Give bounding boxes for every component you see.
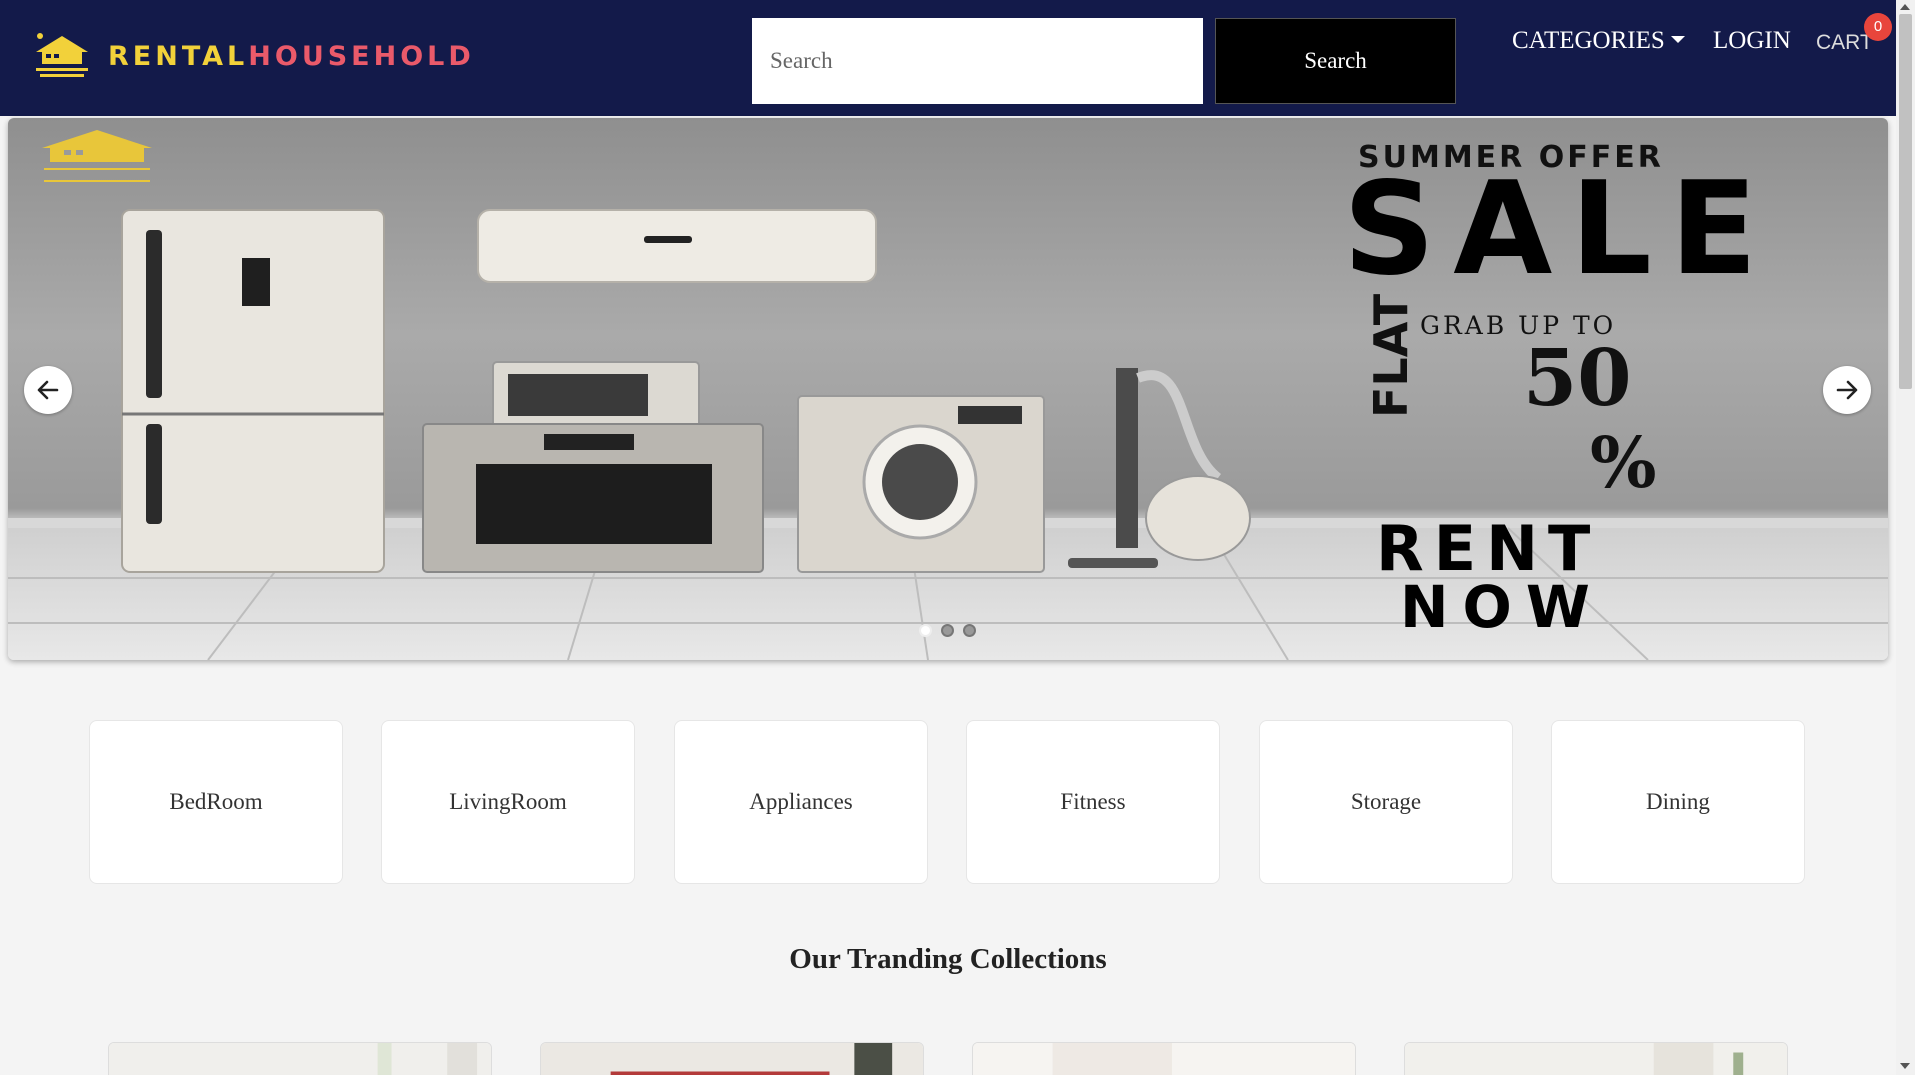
carousel-dot-1[interactable] [919,624,932,637]
offer-flat-text: FLAT [1364,293,1418,418]
trending-collections-title: Our Tranding Collections [789,943,1107,975]
search-button[interactable]: Search [1215,18,1456,104]
carousel-dot-3[interactable] [963,624,976,637]
arrow-right-icon [1836,380,1858,400]
cart-link[interactable]: CART [1816,31,1873,55]
carousel-indicators [919,624,976,637]
carousel-next-button[interactable] [1823,366,1871,414]
collection-card-image [109,1043,491,1075]
cart-count-badge: 0 [1864,13,1892,41]
categories-label: CATEGORIES [1512,27,1665,54]
arrow-left-icon [37,380,59,400]
collection-card-image [973,1043,1355,1075]
navbar: RENTALHOUSEHOLD Search CATEGORIES LOGIN … [0,0,1896,116]
scrollbar-thumb[interactable] [1899,14,1912,389]
carousel-prev-button[interactable] [24,366,72,414]
collection-card-image [541,1043,923,1075]
offer-percent-sign: % [1590,421,1657,504]
carousel-dot-2[interactable] [941,624,954,637]
search-input[interactable] [752,18,1203,104]
offer-now-text: NOW [1400,573,1604,641]
category-card-dining[interactable]: Dining [1551,720,1805,884]
brand-logo-link[interactable]: RENTALHOUSEHOLD [32,30,475,82]
hero-carousel: SUMMER OFFER SALE GRAB UP TO FLAT 50 % R… [8,118,1888,660]
collection-card[interactable] [540,1042,924,1075]
brand-name: RENTALHOUSEHOLD [108,40,475,72]
category-card-bedroom[interactable]: BedRoom [89,720,343,884]
banner-house-logo-icon [42,130,152,182]
collection-card[interactable] [972,1042,1356,1075]
categories-dropdown[interactable]: CATEGORIES [1512,27,1685,55]
category-card-fitness[interactable]: Fitness [966,720,1220,884]
collection-card[interactable] [1404,1042,1788,1075]
offer-title: SALE [1343,155,1776,304]
category-card-storage[interactable]: Storage [1259,720,1513,884]
collection-card[interactable] [108,1042,492,1075]
login-link[interactable]: LOGIN [1713,27,1791,55]
offer-percent-value: 50 [1523,333,1632,424]
category-card-livingroom[interactable]: LivingRoom [381,720,635,884]
scroll-up-icon[interactable] [1900,4,1910,10]
scroll-down-icon[interactable] [1900,1063,1910,1069]
offer-rent-text: RENT [1376,512,1601,585]
collection-card-image [1405,1043,1787,1075]
house-logo-icon [36,33,88,77]
caret-down-icon [1670,35,1685,43]
category-card-appliances[interactable]: Appliances [674,720,928,884]
